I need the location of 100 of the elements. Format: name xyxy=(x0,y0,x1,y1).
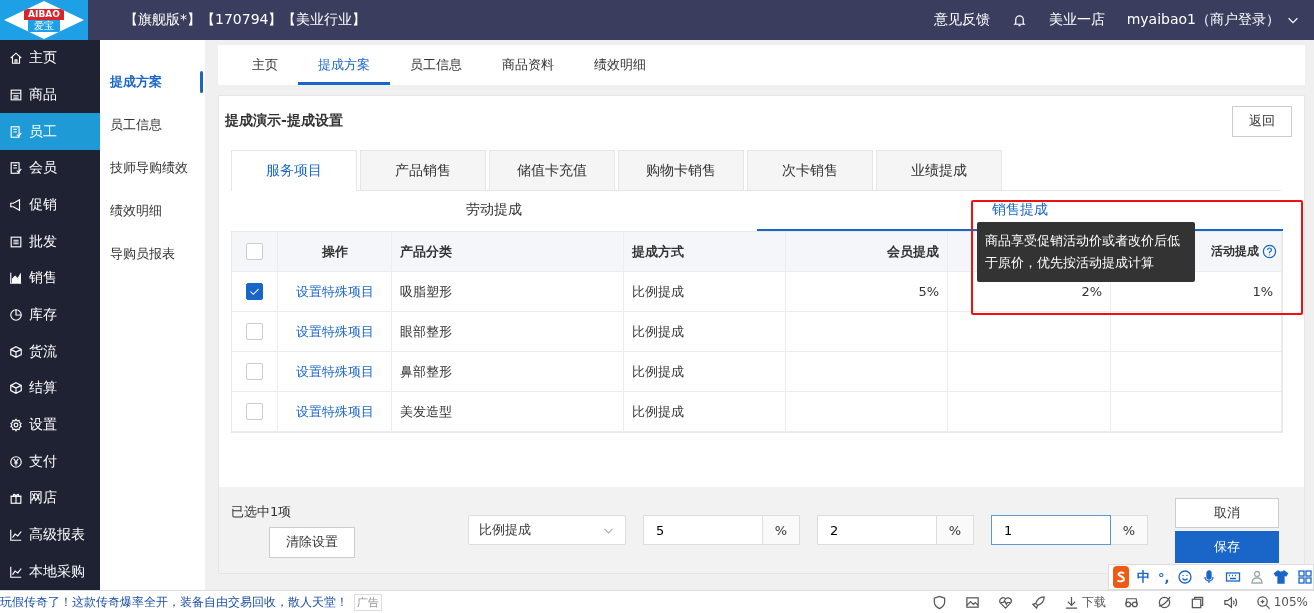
image-icon xyxy=(964,594,980,610)
percent-input[interactable]: 1 xyxy=(991,515,1111,545)
unit-label: % xyxy=(763,515,800,545)
logo[interactable]: AIBAO 爱宝 xyxy=(0,0,88,40)
tab[interactable]: 主页 xyxy=(232,45,298,85)
sidebar-item[interactable]: 商品 xyxy=(0,76,100,114)
back-button[interactable]: 返回 xyxy=(1232,105,1292,137)
ime-punctuation[interactable]: °, xyxy=(1158,569,1170,585)
smiley-icon xyxy=(1177,569,1194,585)
column-header: 活动提成 xyxy=(1211,243,1259,260)
bell-icon xyxy=(1011,12,1027,28)
row-checkbox[interactable] xyxy=(246,283,263,300)
edition-label: 【旗舰版*】【170794】【美业行业】 xyxy=(124,11,367,29)
sidebar-item[interactable]: 设置 xyxy=(0,406,100,444)
keyboard-icon xyxy=(1225,569,1242,585)
feedback-link[interactable]: 意见反馈 xyxy=(933,11,990,29)
cube-icon xyxy=(9,381,23,396)
sidebar-item[interactable]: 会员 xyxy=(0,150,100,187)
subnav-item[interactable]: 员工信息 xyxy=(100,103,205,146)
tab[interactable]: 员工信息 xyxy=(390,45,482,85)
tab[interactable]: 商品资料 xyxy=(482,45,574,85)
cancel-button[interactable]: 取消 xyxy=(1175,497,1279,528)
tab[interactable]: 提成方案 xyxy=(298,45,390,85)
panel-title: 提成演示-提成设置 xyxy=(225,112,343,130)
category-tab[interactable]: 业绩提成 xyxy=(876,150,1002,190)
sidebar-item[interactable]: 网店 xyxy=(0,480,100,517)
special-item-link[interactable]: 设置特殊项目 xyxy=(295,402,374,421)
id-card-icon xyxy=(9,124,23,139)
table-cell: 比例提成 xyxy=(624,312,786,352)
ad-link[interactable]: 玩假传奇了！这款传奇爆率全开，装备自由交易回收，散人天堂！ xyxy=(0,593,348,611)
sidebar-item[interactable]: 批发 xyxy=(0,223,100,261)
sidebar-item[interactable]: 库存 xyxy=(0,296,100,334)
sidebar-item[interactable]: 货流 xyxy=(0,333,100,371)
column-header: 操作 xyxy=(278,232,392,272)
bar-chart-icon xyxy=(9,271,23,286)
table-cell: 吸脂塑形 xyxy=(392,272,624,312)
percent-input[interactable]: 5 xyxy=(643,515,763,545)
user-menu[interactable]: myaibao1（商户登录） xyxy=(1126,11,1280,29)
selected-count: 已选中1项 xyxy=(231,502,293,521)
subnav-item[interactable]: 技师导购绩效 xyxy=(100,146,205,189)
category-tab[interactable]: 服务项目 xyxy=(231,150,357,191)
megaphone-icon xyxy=(9,198,23,212)
tab[interactable]: 绩效明细 xyxy=(574,45,666,85)
ad-badge: 广告 xyxy=(354,593,382,611)
special-item-link[interactable]: 设置特殊项目 xyxy=(295,322,374,341)
category-tab[interactable]: 次卡销售 xyxy=(747,150,873,190)
table-cell: 比例提成 xyxy=(624,392,786,432)
column-header: 提成方式 xyxy=(624,232,786,272)
pie-chart-icon xyxy=(9,308,23,323)
gift-icon xyxy=(9,491,23,506)
table-cell: 美发造型 xyxy=(392,392,624,432)
grid-icon xyxy=(1297,569,1314,585)
method-select[interactable]: 比例提成 xyxy=(468,515,626,545)
column-header: 会员提成 xyxy=(786,232,948,272)
column-header: 产品分类 xyxy=(392,232,624,272)
sidebar-item[interactable]: 本地采购 xyxy=(0,553,100,591)
category-tab[interactable]: 购物卡销售 xyxy=(618,150,744,190)
download-icon xyxy=(1063,594,1079,610)
category-tab[interactable]: 储值卡充值 xyxy=(489,150,615,190)
subnav-item[interactable]: 绩效明细 xyxy=(100,189,205,232)
unit-label: % xyxy=(1111,515,1148,545)
speaker-icon xyxy=(1222,594,1238,610)
table-cell: 比例提成 xyxy=(624,272,786,312)
special-item-link[interactable]: 设置特殊项目 xyxy=(295,362,374,381)
home-icon xyxy=(9,51,23,66)
category-tab[interactable]: 产品销售 xyxy=(360,150,486,190)
zoom-level[interactable]: 105% xyxy=(1273,595,1308,609)
shield-icon xyxy=(931,594,947,610)
sidebar-item[interactable]: 支付 xyxy=(0,443,100,481)
line-chart-icon xyxy=(9,528,23,543)
sidebar-item[interactable]: 结算 xyxy=(0,370,100,407)
zoom-icon xyxy=(1255,594,1271,610)
subnav-item[interactable]: 提成方案 xyxy=(100,60,205,103)
sidebar-item[interactable]: 销售 xyxy=(0,260,100,297)
sidebar-item[interactable]: 主页 xyxy=(0,40,100,77)
subnav-item[interactable]: 导购员报表 xyxy=(100,232,205,275)
sub-tab[interactable]: 劳动提成 xyxy=(231,191,757,231)
sidebar-item[interactable]: 促销 xyxy=(0,186,100,224)
yen-circle-icon xyxy=(9,454,23,469)
help-icon xyxy=(1262,244,1277,259)
select-all-checkbox[interactable] xyxy=(246,243,263,260)
table-cell: 比例提成 xyxy=(624,352,786,392)
table-cell: 5% xyxy=(786,272,948,312)
line-chart-icon xyxy=(9,564,23,579)
special-item-link[interactable]: 设置特殊项目 xyxy=(295,282,374,301)
download-button[interactable]: 下载 xyxy=(1081,593,1106,611)
store-link[interactable]: 美业一店 xyxy=(1048,11,1105,29)
rocket-icon xyxy=(1030,594,1046,610)
save-button[interactable]: 保存 xyxy=(1175,530,1279,563)
id-card-icon xyxy=(9,161,23,176)
shop-icon xyxy=(9,88,23,102)
table-cell: 眼部整形 xyxy=(392,312,624,352)
ime-logo-icon[interactable] xyxy=(1113,566,1129,588)
clear-button[interactable]: 清除设置 xyxy=(269,526,355,558)
list-icon xyxy=(9,234,23,249)
heart-pulse-icon xyxy=(997,594,1013,610)
sidebar-item[interactable]: 高级报表 xyxy=(0,516,100,554)
shirt-icon xyxy=(1273,569,1290,585)
ime-mode[interactable]: 中 xyxy=(1137,568,1150,586)
percent-input[interactable]: 2 xyxy=(817,515,937,545)
